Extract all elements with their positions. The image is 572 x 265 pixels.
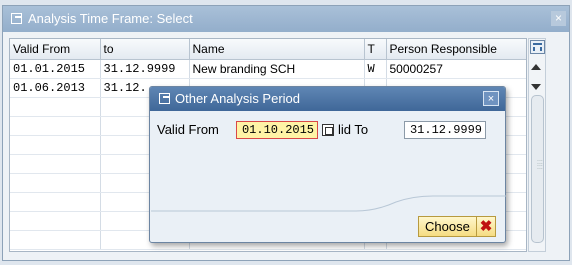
window-icon — [11, 13, 22, 24]
scroll-grip-icon: :::::: — [537, 159, 543, 171]
window-icon — [159, 93, 170, 104]
cell-type[interactable]: W — [364, 59, 387, 79]
main-close-button[interactable]: × — [551, 11, 566, 26]
cancel-button[interactable]: ✖ — [476, 216, 496, 237]
main-window-title: Analysis Time Frame: Select — [28, 11, 193, 26]
dialog-title: Other Analysis Period — [175, 91, 301, 106]
value-help-icon[interactable] — [322, 124, 334, 136]
col-header-person-responsible[interactable]: Person Responsible — [386, 39, 526, 60]
valid-to-field[interactable]: 31.12.9999 — [404, 121, 486, 139]
cell-name[interactable]: New branding SCH — [189, 59, 365, 79]
choose-button[interactable]: Choose — [418, 216, 477, 237]
cell-valid-from[interactable]: 01.01.2015 — [10, 59, 101, 79]
table-header-row: Valid From to Name T Person Responsible — [10, 39, 526, 60]
col-header-valid-from[interactable]: Valid From — [10, 39, 101, 60]
col-header-type[interactable]: T — [364, 39, 387, 60]
scroll-down-icon[interactable] — [531, 84, 541, 90]
dialog-close-button[interactable]: × — [483, 91, 499, 106]
valid-from-label: Valid From — [157, 122, 219, 137]
valid-to-label: lid To — [338, 122, 369, 137]
cell-valid-from[interactable]: 01.06.2013 — [10, 78, 101, 98]
col-header-name[interactable]: Name — [189, 39, 365, 60]
table-settings-icon[interactable] — [530, 40, 545, 54]
scroll-up-icon[interactable] — [531, 64, 541, 70]
valid-from-field[interactable]: 01.10.2015 — [236, 121, 318, 139]
main-titlebar: Analysis Time Frame: Select × — [3, 6, 569, 32]
table-row[interactable]: 01.01.2015 31.12.9999 New branding SCH W… — [10, 59, 526, 79]
cell-person[interactable]: 50000257 — [386, 59, 526, 79]
dialog-titlebar: Other Analysis Period × — [150, 87, 505, 111]
col-header-to[interactable]: to — [100, 39, 190, 60]
dialog-footer-divider — [151, 195, 506, 212]
cell-to[interactable]: 31.12.9999 — [100, 59, 190, 79]
